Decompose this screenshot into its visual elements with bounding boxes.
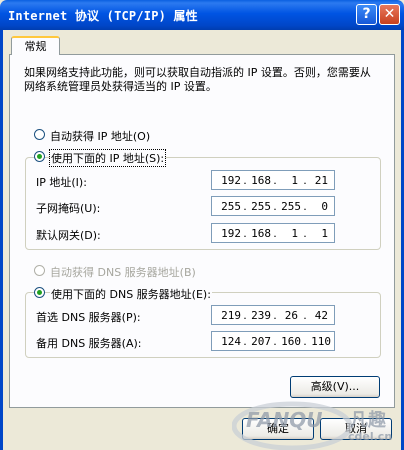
ip-address-label: IP 地址(I): [36, 176, 87, 189]
description-text: 如果网络支持此功能，则可以获取自动指派的 IP 设置。否则，您需要从网络系统管理… [24, 66, 371, 93]
close-button[interactable]: ✕ [379, 4, 400, 25]
ip-address-input[interactable]: 192. 168. 1. 21 [211, 170, 335, 190]
auto-dns-label: 自动获得 DNS 服务器地址(B) [50, 266, 196, 279]
watermark-cn: 凡趣 [350, 410, 386, 431]
auto-dns-radio [34, 265, 45, 276]
watermark-url: cdel.cn [348, 430, 393, 443]
default-gateway-input[interactable]: 192. 168. 1. 1 [211, 223, 335, 243]
advanced-button[interactable]: 高级(V)... [290, 376, 380, 398]
tab-general[interactable]: 常规 [11, 36, 60, 55]
preferred-dns-input[interactable]: 219. 239. 26. 42 [211, 305, 335, 325]
alternate-dns-label: 备用 DNS 服务器(A): [36, 337, 142, 350]
auto-ip-radio[interactable] [34, 129, 45, 140]
help-button[interactable]: ? [356, 4, 377, 25]
help-icon: ? [362, 6, 371, 22]
subnet-mask-input[interactable]: 255. 255. 255. 0 [211, 196, 335, 216]
auto-ip-label[interactable]: 自动获得 IP 地址(O) [50, 128, 150, 144]
subnet-mask-label: 子网掩码(U): [36, 202, 101, 215]
manual-ip-label[interactable]: 使用下面的 IP 地址(S): [48, 149, 167, 167]
watermark-logo: FANQU 凡趣 cdel.cn [232, 396, 404, 450]
manual-dns-label[interactable]: 使用下面的 DNS 服务器地址(E): [50, 286, 212, 302]
alternate-dns-input[interactable]: 124. 207. 160. 110 [211, 331, 335, 351]
preferred-dns-label: 首选 DNS 服务器(P): [36, 311, 141, 324]
manual-dns-radio[interactable] [34, 287, 45, 298]
window-title: Internet 协议 (TCP/IP) 属性 [8, 9, 198, 23]
default-gateway-label: 默认网关(D): [36, 229, 101, 242]
title-bar[interactable]: Internet 协议 (TCP/IP) 属性 ? ✕ [0, 0, 404, 30]
manual-ip-radio[interactable] [34, 151, 45, 162]
watermark-brand: FANQU [246, 408, 323, 432]
close-icon: ✕ [383, 6, 396, 22]
